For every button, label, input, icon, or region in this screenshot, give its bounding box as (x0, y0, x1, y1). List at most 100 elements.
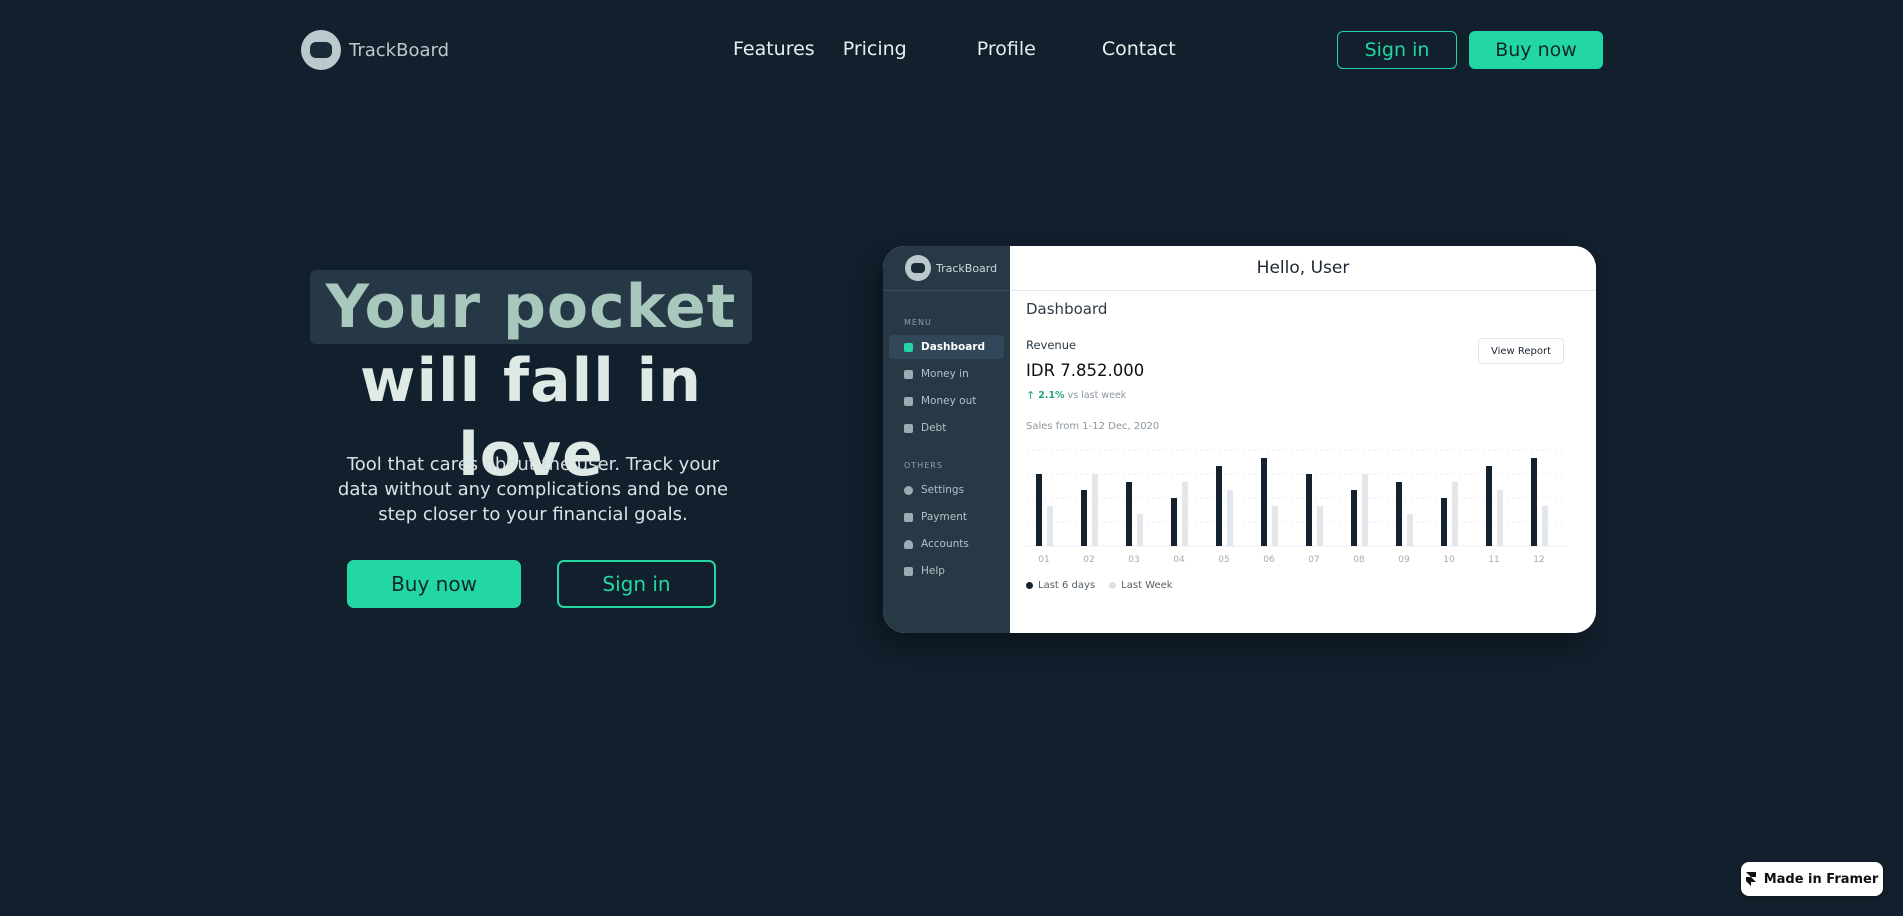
revenue-change-percent: 2.1% (1038, 390, 1065, 401)
chart-bar-last-week-11 (1497, 490, 1503, 546)
chart-x-tick-label: 11 (1488, 555, 1499, 565)
nav-link-contact[interactable]: Contact (1102, 38, 1176, 60)
chart-x-tick-label: 01 (1038, 555, 1049, 565)
sidebar-item-money-in[interactable]: Money in (889, 362, 1004, 386)
hero-subtitle: Tool that cares about the user. Track yo… (337, 454, 729, 525)
made-in-framer-badge[interactable]: Made in Framer (1741, 862, 1883, 896)
revenue-change-suffix: vs last week (1067, 390, 1127, 401)
nav-link-pricing[interactable]: Pricing (843, 38, 907, 60)
nav-link-profile[interactable]: Profile (977, 38, 1036, 60)
chart-bar-last-week-09 (1407, 514, 1413, 546)
chart-x-tick-label: 12 (1533, 555, 1544, 565)
chart-x-tick-label: 05 (1218, 555, 1229, 565)
chart-bar-last-6-days-03 (1126, 482, 1132, 546)
chart-bar-last-week-01 (1047, 506, 1053, 546)
brand-logo[interactable]: TrackBoard (301, 30, 449, 70)
view-report-button[interactable]: View Report (1478, 338, 1564, 364)
sidebar-logo-icon (905, 255, 931, 281)
trackboard-logo-icon (301, 30, 341, 70)
chart-bar-last-week-02 (1092, 474, 1098, 546)
sidebar-item-label: Accounts (921, 538, 969, 550)
dashboard-sidebar: TrackBoard MENU Dashboard Money in Money… (883, 246, 1010, 633)
document-icon (904, 396, 913, 406)
chart-x-tick-label: 06 (1263, 555, 1275, 565)
sidebar-item-payment[interactable]: Payment (889, 505, 1004, 529)
chart-legend: Last 6 days Last Week (1026, 580, 1173, 591)
chart-bar-last-6-days-11 (1486, 466, 1492, 546)
chart-bar-last-week-12 (1542, 506, 1548, 546)
nav-links: Features Pricing Profile Contact (733, 38, 1176, 60)
sidebar-item-settings[interactable]: Settings (889, 478, 1004, 502)
chart-bar-last-week-03 (1137, 514, 1143, 546)
document-icon (904, 423, 913, 433)
chart-bar-last-6-days-12 (1531, 458, 1537, 546)
sidebar-brand: TrackBoard (936, 261, 998, 275)
sidebar-item-label: Money in (921, 368, 969, 380)
framer-logo-icon (1745, 872, 1756, 886)
legend-item-last-week: Last Week (1109, 580, 1173, 591)
sidebar-header: TrackBoard (883, 246, 1010, 291)
chart-bar-last-6-days-04 (1171, 498, 1177, 546)
dashboard-preview-card: TrackBoard MENU Dashboard Money in Money… (883, 246, 1596, 633)
chart-x-tick-label: 02 (1083, 555, 1094, 565)
chart-bar-last-week-06 (1272, 506, 1278, 546)
revenue-value: IDR 7.852.000 (1026, 361, 1145, 380)
chart-x-tick-label: 07 (1308, 555, 1319, 565)
chart-bar-last-week-04 (1182, 482, 1188, 546)
chart-x-tick-label: 10 (1443, 555, 1455, 565)
sidebar-item-help[interactable]: Help (889, 559, 1004, 583)
chart-bar-last-week-10 (1452, 482, 1458, 546)
sidebar-item-label: Payment (921, 511, 967, 523)
hero-title-line1: Your pocket (309, 270, 753, 344)
greeting: Hello, User (1256, 258, 1350, 278)
chart-bar-last-6-days-01 (1036, 474, 1042, 546)
chart-bar-last-6-days-02 (1081, 490, 1087, 546)
sidebar-item-label: Settings (921, 484, 965, 496)
chart-x-tick-label: 08 (1353, 555, 1365, 565)
hero-signin-button[interactable]: Sign in (557, 560, 716, 608)
sidebar-item-dashboard[interactable]: Dashboard (889, 335, 1004, 359)
arrow-up-icon: ↑ (1026, 389, 1036, 402)
chart-x-tick-label: 03 (1128, 555, 1139, 565)
sales-label: Sales from 1-12 Dec, 2020 (1026, 421, 1160, 432)
brand-name: TrackBoard (349, 39, 450, 61)
sidebar-item-money-out[interactable]: Money out (889, 389, 1004, 413)
chart-bar-last-week-07 (1317, 506, 1323, 546)
sidebar-item-accounts[interactable]: Accounts (889, 532, 1004, 556)
dashboard-title: Dashboard (1026, 300, 1108, 318)
revenue-change: ↑ 2.1% vs last week (1026, 389, 1126, 402)
nav-buy-button[interactable]: Buy now (1469, 31, 1603, 69)
chart-bar-last-week-08 (1362, 474, 1368, 546)
chart-bar-last-6-days-07 (1306, 474, 1312, 546)
cart-icon (904, 369, 913, 379)
dashboard-header: Hello, User (1010, 246, 1596, 291)
sidebar-section-others: OTHERS (904, 461, 943, 470)
chart-bar-last-6-days-06 (1261, 458, 1267, 546)
sales-bar-chart: 01 02 03 04 05 06 07 08 09 10 11 12 (1026, 449, 1566, 565)
chart-x-tick-label: 09 (1398, 555, 1410, 565)
sidebar-item-label: Money out (921, 395, 977, 407)
framer-badge-label: Made in Framer (1763, 871, 1879, 887)
nav-signin-button[interactable]: Sign in (1337, 31, 1457, 69)
gear-icon (904, 485, 913, 495)
hero-buy-button[interactable]: Buy now (347, 560, 521, 608)
chart-x-tick-label: 04 (1173, 555, 1185, 565)
sidebar-item-label: Debt (921, 422, 947, 434)
top-nav: TrackBoard Features Pricing Profile Cont… (0, 0, 1903, 100)
sidebar-item-label: Dashboard (921, 341, 986, 353)
dashboard-main: Hello, User Dashboard Revenue IDR 7.852.… (1010, 246, 1596, 633)
chart-bar-last-week-05 (1227, 490, 1233, 546)
wallet-icon (904, 512, 913, 522)
user-icon (904, 539, 913, 549)
legend-item-last-6-days: Last 6 days (1026, 580, 1095, 591)
nav-link-features[interactable]: Features (733, 38, 815, 60)
chart-bar-last-6-days-08 (1351, 490, 1357, 546)
chart-bar-last-6-days-09 (1396, 482, 1402, 546)
sidebar-item-label: Help (921, 565, 945, 577)
dashboard-icon (904, 342, 913, 352)
sidebar-section-menu: MENU (904, 318, 932, 327)
help-icon (904, 566, 913, 576)
chart-bar-last-6-days-10 (1441, 498, 1447, 546)
sidebar-item-debt[interactable]: Debt (889, 416, 1004, 440)
chart-bar-last-6-days-05 (1216, 466, 1222, 546)
